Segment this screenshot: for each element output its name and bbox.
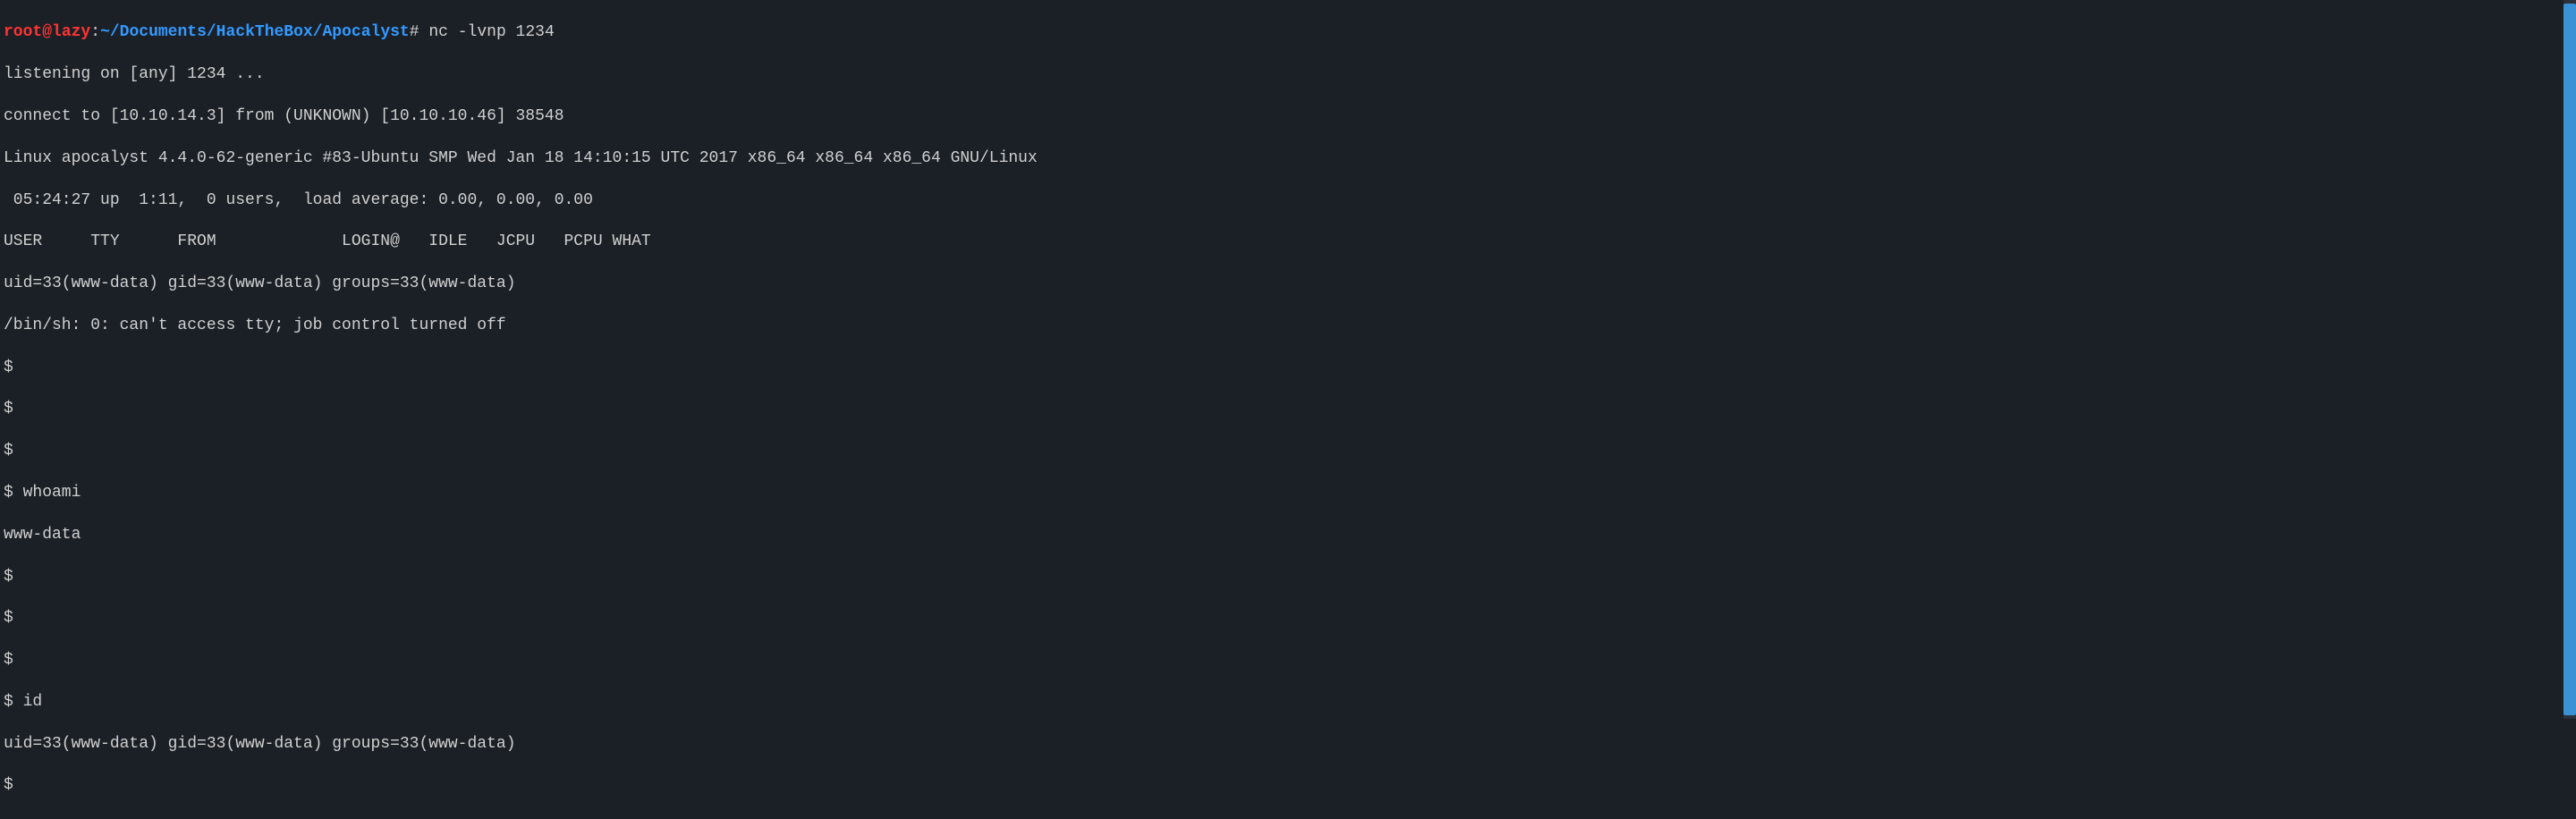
prompt-line: root@lazy:~/Documents/HackTheBox/Apocaly… xyxy=(4,22,2572,43)
output-line: listening on [any] 1234 ... xyxy=(4,64,2572,85)
prompt-user: root xyxy=(4,23,42,41)
scrollbar-thumb[interactable] xyxy=(2563,4,2576,715)
output-line: uid=33(www-data) gid=33(www-data) groups… xyxy=(4,274,2572,294)
prompt-hash: # xyxy=(410,23,419,41)
scrollbar-track[interactable] xyxy=(2563,0,2576,719)
output-line: /bin/sh: 0: can't access tty; job contro… xyxy=(4,316,2572,336)
prompt-colon: : xyxy=(90,23,100,41)
output-line: connect to [10.10.14.3] from (UNKNOWN) [… xyxy=(4,106,2572,127)
shell-prompt: $ xyxy=(4,775,2572,796)
shell-prompt: $ xyxy=(4,441,2572,461)
output-line: Linux apocalyst 4.4.0-62-generic #83-Ubu… xyxy=(4,148,2572,169)
shell-command: $ whoami xyxy=(4,483,2572,503)
command-text: nc -lvnp 1234 xyxy=(419,23,555,41)
output-line: USER TTY FROM LOGIN@ IDLE JCPU PCPU WHAT xyxy=(4,232,2572,252)
output-line: 05:24:27 up 1:11, 0 users, load average:… xyxy=(4,190,2572,211)
output-line: uid=33(www-data) gid=33(www-data) groups… xyxy=(4,734,2572,755)
shell-command: $ id xyxy=(4,692,2572,713)
shell-prompt: $ xyxy=(4,399,2572,419)
prompt-at: @ xyxy=(42,23,52,41)
shell-prompt: $ xyxy=(4,358,2572,378)
prompt-host: lazy xyxy=(52,23,90,41)
output-line: www-data xyxy=(4,525,2572,545)
prompt-path: ~/Documents/HackTheBox/Apocalyst xyxy=(100,23,410,41)
terminal-window[interactable]: root@lazy:~/Documents/HackTheBox/Apocaly… xyxy=(0,0,2576,819)
shell-prompt: $ xyxy=(4,608,2572,629)
shell-prompt: $ xyxy=(4,567,2572,587)
shell-prompt: $ xyxy=(4,650,2572,671)
